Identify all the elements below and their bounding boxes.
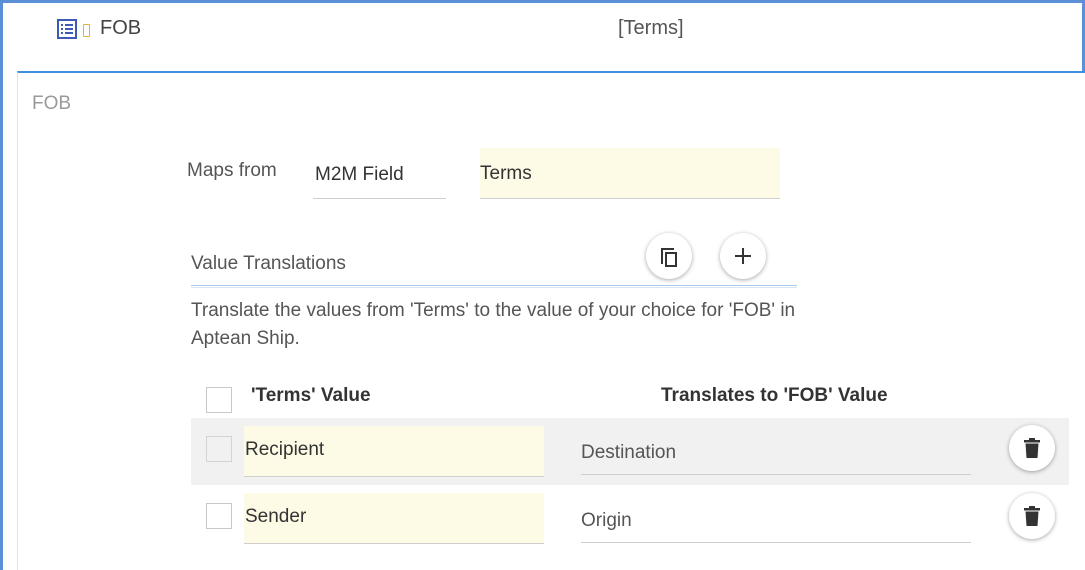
panel-title: FOB [32,93,72,114]
lock-icon [83,24,90,37]
source-field-input[interactable]: Terms [480,148,780,199]
table-row: Recipient Destination [191,418,1069,485]
copy-button[interactable] [646,233,692,279]
source-value-input[interactable]: Sender [244,493,544,544]
field-mapping-row[interactable]: FOB [Terms] [3,3,1082,71]
row-checkbox[interactable] [206,503,232,529]
trash-icon [1024,506,1040,526]
maps-from-label: Maps from [187,160,277,181]
source-type-select[interactable]: M2M Field [313,149,446,199]
field-detail-panel: FOB Maps from M2M Field Terms Value Tran… [17,71,1085,570]
value-translations-label: Value Translations [191,253,346,274]
section-divider [191,285,797,288]
table-row: Sender Origin [191,485,1069,552]
copy-icon [661,248,677,267]
add-translation-button[interactable] [720,233,766,279]
source-field: [Terms] [618,17,684,39]
field-name: FOB [100,17,142,39]
delete-row-button[interactable] [1009,493,1055,539]
row-checkbox[interactable] [206,436,232,462]
target-value-input[interactable]: Origin [581,493,971,543]
translation-description: Translate the values from 'Terms' to the… [191,300,796,349]
column-header-target: Translates to 'FOB' Value [661,385,888,406]
target-value-input[interactable]: Destination [581,425,971,475]
delete-row-button[interactable] [1009,425,1055,471]
plus-icon [735,248,751,264]
trash-icon [1024,438,1040,458]
list-icon [57,19,77,39]
source-value-input[interactable]: Recipient [244,426,544,477]
column-header-source: 'Terms' Value [251,385,371,406]
select-all-checkbox[interactable] [206,387,232,413]
